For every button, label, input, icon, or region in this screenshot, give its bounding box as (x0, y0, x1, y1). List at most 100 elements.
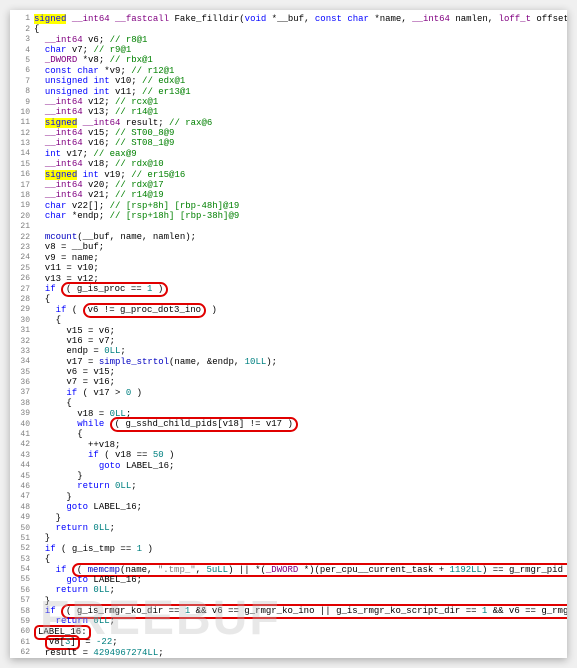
code-content: v8 = __buf; (34, 242, 567, 253)
line-number: 48 (10, 503, 34, 513)
line-number: 3 (10, 35, 34, 45)
code-content: v7 = v16; (34, 377, 567, 388)
code-line: 41 { (10, 430, 567, 440)
line-number: 49 (10, 513, 34, 523)
code-content: } (34, 513, 567, 524)
code-content: v9 = name; (34, 253, 567, 264)
code-line: 5 _DWORD *v8; // rbx@1 (10, 56, 567, 66)
code-line: 21 (10, 222, 567, 232)
line-number: 23 (10, 243, 34, 253)
code-line: 8 unsigned int v11; // er13@1 (10, 87, 567, 97)
line-number: 15 (10, 160, 34, 170)
code-document: 1signed __int64 __fastcall Fake_filldir(… (10, 10, 567, 658)
line-number: 14 (10, 149, 34, 159)
code-line: 37 if ( v17 > 0 ) (10, 388, 567, 398)
line-number: 56 (10, 586, 34, 596)
code-content: return 0LL; (34, 523, 567, 534)
code-line: 50 return 0LL; (10, 523, 567, 533)
code-line: 22 mcount(__buf, name, namlen); (10, 232, 567, 242)
code-content: } (34, 533, 567, 544)
code-line: 30 { (10, 315, 567, 325)
code-content: if ( memcmp(name, ".tmp_", 5uLL) || *(_D… (34, 565, 567, 576)
line-number: 52 (10, 544, 34, 554)
line-number: 58 (10, 607, 34, 617)
code-line: 1signed __int64 __fastcall Fake_filldir(… (10, 14, 567, 24)
line-number: 9 (10, 98, 34, 108)
line-number: 2 (10, 25, 34, 35)
line-number: 30 (10, 316, 34, 326)
code-content: __int64 v15; // ST00_8@9 (34, 128, 567, 139)
code-line: 32 v16 = v7; (10, 336, 567, 346)
code-line: 16 signed int v19; // er15@16 (10, 170, 567, 180)
line-number: 39 (10, 409, 34, 419)
code-line: 42 ++v18; (10, 440, 567, 450)
code-content: } (34, 471, 567, 482)
code-line: 15 __int64 v18; // rdx@10 (10, 159, 567, 169)
code-content: __int64 v6; // r8@1 (34, 35, 567, 46)
code-line: 23 v8 = __buf; (10, 243, 567, 253)
code-line: 33 endp = 0LL; (10, 347, 567, 357)
line-number: 31 (10, 326, 34, 336)
line-number: 50 (10, 524, 34, 534)
code-line: 6 const char *v9; // r12@1 (10, 66, 567, 76)
code-content: __int64 v18; // rdx@10 (34, 159, 567, 170)
code-content: __int64 v20; // rdx@17 (34, 180, 567, 191)
code-line: 19 char v22[]; // [rsp+8h] [rbp-48h]@19 (10, 201, 567, 211)
line-number: 25 (10, 264, 34, 274)
code-line: 40 while ( g_sshd_child_pids[v18] != v17… (10, 419, 567, 429)
code-line: 56 return 0LL; (10, 585, 567, 595)
line-number: 32 (10, 337, 34, 347)
code-line: 12 __int64 v15; // ST00_8@9 (10, 128, 567, 138)
code-line: 18 __int64 v21; // r14@19 (10, 191, 567, 201)
line-number: 60 (10, 627, 34, 637)
code-content: if ( g_is_proc == 1 ) (34, 284, 567, 295)
code-content: return 0LL; (34, 585, 567, 596)
code-content: if ( g_is_rmgr_ko_dir == 1 && v6 == g_rm… (34, 606, 567, 617)
line-number: 28 (10, 295, 34, 305)
code-content: v17 = simple_strtol(name, &endp, 10LL); (34, 357, 567, 368)
code-content: goto LABEL_16; (34, 575, 567, 586)
code-content: return 0LL; (34, 481, 567, 492)
code-line: 48 goto LABEL_16; (10, 502, 567, 512)
code-content: if ( v18 == 50 ) (34, 450, 567, 461)
line-number: 17 (10, 181, 34, 191)
code-line: 62 result = 4294967274LL; (10, 648, 567, 658)
line-number: 26 (10, 274, 34, 284)
code-line: 29 if ( v6 != g_proc_dot3_ino ) (10, 305, 567, 315)
code-content: ++v18; (34, 440, 567, 451)
code-line: 31 v15 = v6; (10, 326, 567, 336)
code-line: 11 signed __int64 result; // rax@6 (10, 118, 567, 128)
code-line: 47 } (10, 492, 567, 502)
line-number: 41 (10, 430, 34, 440)
code-line: 4 char v7; // r9@1 (10, 45, 567, 55)
line-number: 51 (10, 534, 34, 544)
line-number: 8 (10, 87, 34, 97)
line-number: 13 (10, 139, 34, 149)
code-content: { (34, 24, 567, 35)
code-content: __int64 v12; // rcx@1 (34, 97, 567, 108)
line-number: 33 (10, 347, 34, 357)
code-content: v6 = v15; (34, 367, 567, 378)
line-number: 12 (10, 129, 34, 139)
code-content: result = 4294967274LL; (34, 648, 567, 658)
line-number: 55 (10, 575, 34, 585)
line-number: 62 (10, 648, 34, 658)
code-line: 20 char *endp; // [rsp+18h] [rbp-38h]@9 (10, 211, 567, 221)
line-number: 38 (10, 399, 34, 409)
code-content: _DWORD *v8; // rbx@1 (34, 55, 567, 66)
code-line: 24 v9 = name; (10, 253, 567, 263)
line-number: 24 (10, 253, 34, 263)
line-number: 22 (10, 233, 34, 243)
line-number: 53 (10, 555, 34, 565)
code-line: 61 v8[3] = -22; (10, 637, 567, 647)
code-content: v11 = v10; (34, 263, 567, 274)
code-listing: 1signed __int64 __fastcall Fake_filldir(… (10, 10, 567, 658)
line-number: 57 (10, 596, 34, 606)
code-content: int v17; // eax@9 (34, 149, 567, 160)
line-number: 29 (10, 305, 34, 315)
code-line: 17 __int64 v20; // rdx@17 (10, 180, 567, 190)
code-content: char *endp; // [rsp+18h] [rbp-38h]@9 (34, 211, 567, 222)
line-number: 11 (10, 118, 34, 128)
code-line: 25 v11 = v10; (10, 263, 567, 273)
line-number: 21 (10, 222, 34, 232)
